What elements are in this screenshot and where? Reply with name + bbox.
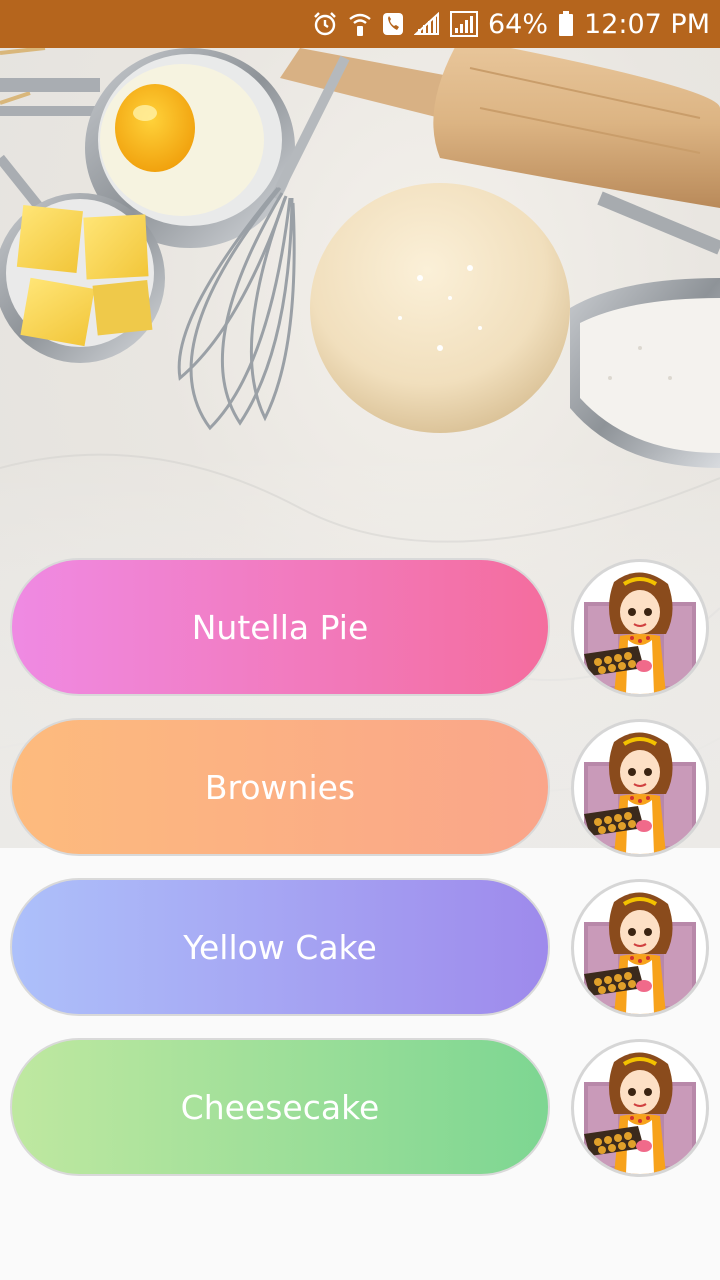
yellow-cake-button[interactable]: Yellow Cake xyxy=(10,878,550,1016)
status-bar: 64% 12:07 PM xyxy=(0,0,720,48)
cheesecake-button[interactable]: Cheesecake xyxy=(10,1038,550,1176)
chef-girl-icon[interactable] xyxy=(571,879,709,1017)
rolling-pin xyxy=(280,48,720,208)
alarm-icon xyxy=(312,11,338,37)
recipe-row-yellow-cake: Yellow Cake xyxy=(0,876,720,1017)
flour-scoop xyxy=(570,191,720,468)
chef-girl-icon[interactable] xyxy=(571,1039,709,1177)
recipe-row-brownies: Brownies xyxy=(0,716,720,857)
nutella-pie-button[interactable]: Nutella Pie xyxy=(10,558,550,696)
nutella-pie-label: Nutella Pie xyxy=(191,607,369,647)
yellow-cake-label: Yellow Cake xyxy=(183,927,377,967)
brownies-button[interactable]: Brownies xyxy=(10,718,550,856)
cheesecake-label: Cheesecake xyxy=(180,1087,380,1127)
recipe-row-cheesecake: Cheesecake xyxy=(0,1036,720,1177)
brownies-label: Brownies xyxy=(204,767,356,807)
battery-icon xyxy=(558,11,574,37)
chef-girl-icon[interactable] xyxy=(571,559,709,697)
chef-girl-icon[interactable] xyxy=(571,719,709,857)
signal-icon xyxy=(414,12,440,36)
clock: 12:07 PM xyxy=(584,8,710,40)
signal-box-icon xyxy=(450,11,478,37)
wifi-call-icon xyxy=(348,11,372,37)
phone-icon xyxy=(382,12,404,36)
recipe-row-nutella-pie: Nutella Pie xyxy=(0,556,720,697)
battery-percent: 64% xyxy=(488,8,549,40)
dough xyxy=(310,183,570,433)
wheat-decoration xyxy=(0,48,46,105)
